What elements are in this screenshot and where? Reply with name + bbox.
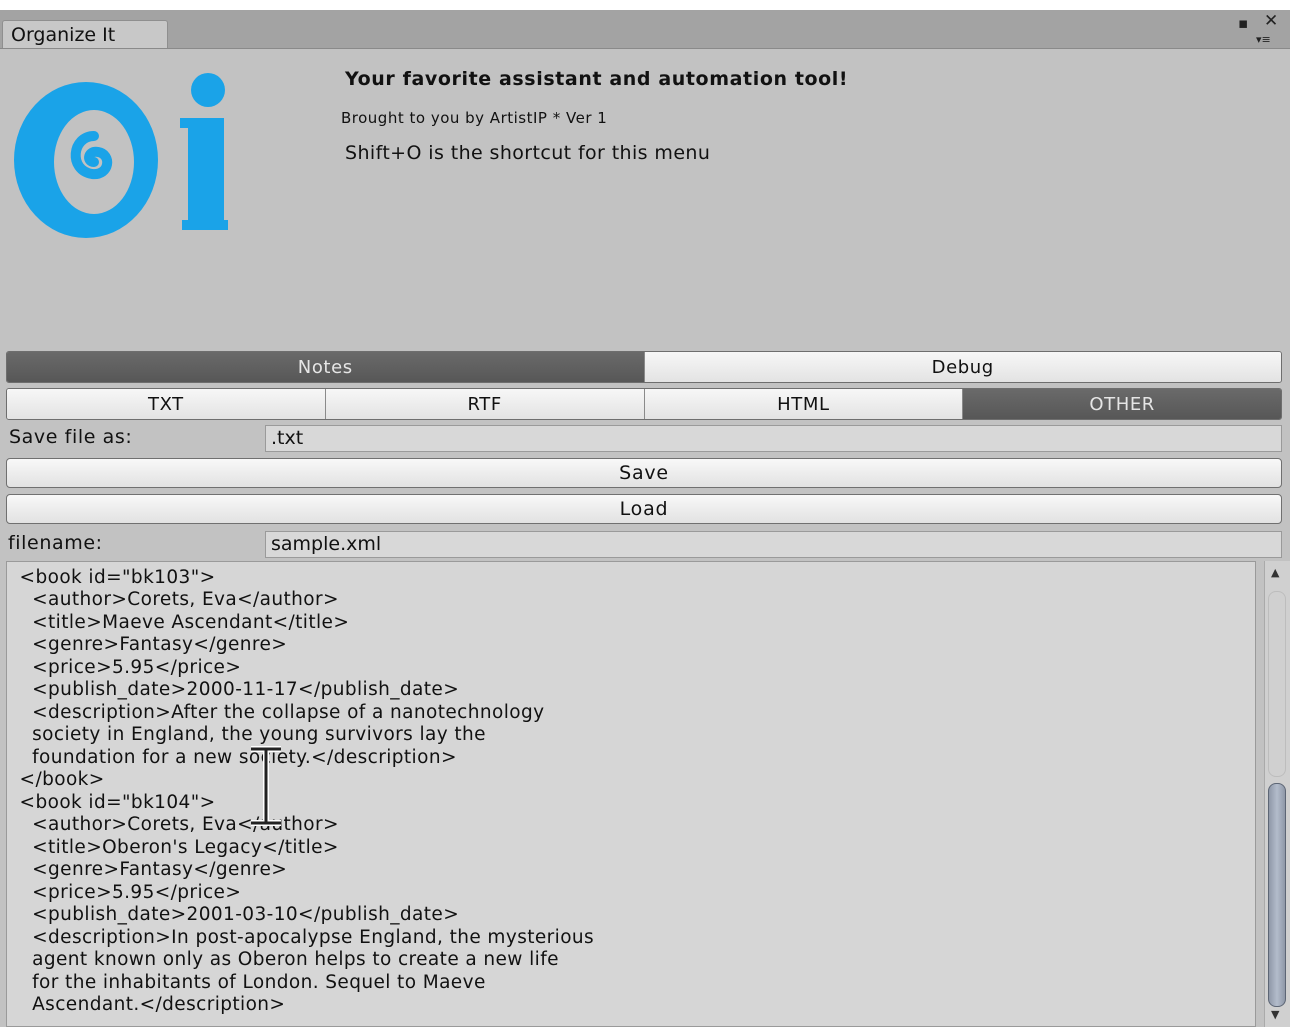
vertical-scrollbar[interactable]: ▲ ▼ [1264,561,1290,1027]
load-button[interactable]: Load [6,494,1282,524]
save-as-field[interactable]: .txt [265,425,1282,452]
notes-content: </book> <book id="bk103"> <author>Corets… [19,562,595,1015]
save-as-label: Save file as: [9,426,133,448]
window-tab[interactable]: Organize It [2,20,168,48]
menu-icon[interactable]: ▾≡ [1256,34,1271,45]
format-tab-bar: TXT RTF HTML OTHER [6,388,1282,420]
tab-debug[interactable]: Debug [643,352,1281,382]
tab-rtf[interactable]: RTF [324,389,644,419]
shortcut-hint: Shift+O is the shortcut for this menu [345,142,711,164]
mode-tab-bar: Notes Debug [6,351,1282,383]
save-button[interactable]: Save [6,458,1282,488]
notes-text-area[interactable]: </book> <book id="bk103"> <author>Corets… [6,561,1256,1027]
tab-html[interactable]: HTML [643,389,963,419]
headline: Your favorite assistant and automation t… [345,68,849,90]
close-icon[interactable]: ✕ [1264,13,1278,30]
scroll-thumb[interactable] [1268,783,1286,1007]
oi-logo: Oi [12,70,232,240]
scroll-up-icon[interactable]: ▲ [1271,567,1279,578]
scroll-track[interactable] [1268,591,1286,777]
organize-it-window: Organize It ▪ ✕ ▾≡ Oi Your favorite assi… [0,10,1290,1027]
filename-label: filename: [8,532,103,554]
tab-other[interactable]: OTHER [962,389,1281,419]
filename-field[interactable]: sample.xml [265,531,1282,558]
byline: Brought to you by ArtistIP * Ver 1 [341,109,608,127]
tab-notes[interactable]: Notes [7,352,644,382]
window-titlebar: Organize It ▪ ✕ ▾≡ [0,10,1290,49]
tab-txt[interactable]: TXT [7,389,325,419]
maximize-icon[interactable]: ▪ [1238,16,1248,31]
scroll-down-icon[interactable]: ▼ [1271,1009,1279,1020]
text-cursor-icon [251,746,281,826]
